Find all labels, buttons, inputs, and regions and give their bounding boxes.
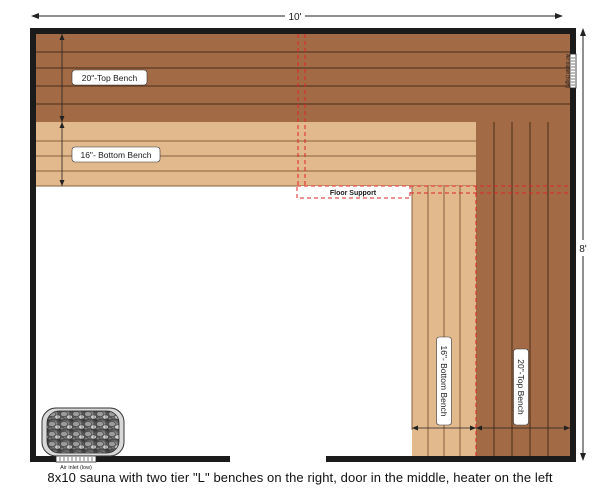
air-outlet-vent: Air outlet (high): [564, 53, 577, 89]
bottom-bench-horizontal-tag: 16"- Bottom Bench: [71, 146, 161, 163]
top-bench-vertical-tag: 20"-Top Bench: [513, 348, 529, 426]
width-label: 10': [288, 12, 301, 23]
air-outlet-label: Air outlet (high): [564, 54, 570, 88]
floor-support-label: Floor Support: [330, 190, 377, 197]
bottom-bench-horizontal-label: 16"- Bottom Bench: [80, 150, 151, 160]
top-bench-horizontal-label: 20"-Top Bench: [82, 73, 138, 83]
top-bench-vertical-label: 20"-Top Bench: [516, 359, 526, 415]
floor-support-callout: Floor Support: [296, 185, 411, 199]
top-bench-horizontal-tag: 20"-Top Bench: [71, 69, 148, 86]
sauna-floor-plan: 10' 8' Floor Support 20"-Top Bench 16"- …: [30, 9, 592, 471]
heater: [41, 407, 125, 457]
diagram-caption: 8x10 sauna with two tier "L" benches on …: [47, 470, 553, 485]
air-inlet-vent: Air inlet (low): [55, 455, 97, 471]
width-dimension: 10': [31, 9, 563, 23]
height-label: 8': [579, 244, 587, 255]
bottom-bench-vertical-tag: 16"- Bottom Bench: [436, 336, 452, 426]
bottom-bench-vertical-label: 16"- Bottom Bench: [439, 345, 449, 416]
height-dimension: 8': [574, 28, 592, 461]
